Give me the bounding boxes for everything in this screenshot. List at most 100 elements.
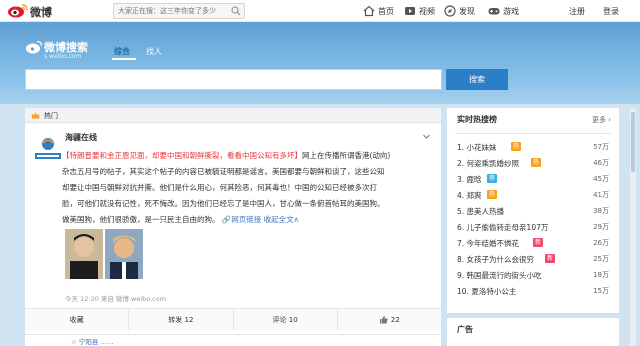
author-name[interactable]: 海疆在线: [65, 132, 97, 143]
rank-number: 9.: [457, 271, 465, 280]
thumbs-up-icon: [379, 316, 388, 324]
hot-search-item[interactable]: 4. 郑爽 热 41万: [457, 188, 609, 202]
like-count: 22: [390, 315, 400, 324]
hot-search-label[interactable]: 小花妹妹: [467, 143, 497, 152]
search-icon[interactable]: [231, 6, 241, 16]
login-link[interactable]: 登录: [603, 6, 619, 17]
avatar[interactable]: [33, 134, 63, 164]
chevron-down-icon[interactable]: [422, 132, 431, 141]
hot-search-label[interactable]: 鹿晗: [467, 175, 482, 184]
post-line: 【特朗普要和金正恩见面，却要中国和朝鲜撕裂，看看中国公知有多坏】网上在传播所谓香…: [62, 148, 430, 164]
weibo-search-logo-icon: [26, 40, 43, 54]
post-meta: 今天 12:20 来自 微博 weibo.com: [65, 295, 167, 303]
rank-number: 5.: [457, 207, 465, 216]
post-line: 脸，可他们就没有记性，死不悔改。因为他们已经忘了是中国人，甘心做一条俯首帖耳的美…: [62, 199, 385, 208]
hot-search-item[interactable]: 3. 鹿晗 荐 45万: [457, 172, 609, 186]
hot-badge: 热: [531, 158, 542, 167]
action-bar: 收藏 转发 12 评论 10 22: [25, 308, 441, 330]
weibo-logo-icon[interactable]: [7, 3, 29, 18]
more-label: 更多: [591, 116, 606, 124]
repost-button[interactable]: 转发 12: [129, 309, 234, 330]
discover-icon: [444, 5, 456, 17]
nav-login[interactable]: 登录: [603, 0, 619, 22]
post-line: 做美国狗，他们很骄傲，是一只民主自由的狗。 🔗网页链接 收起全文∧: [62, 212, 430, 228]
repost-label: 转发 12: [168, 315, 194, 324]
hot-search-item[interactable]: 9. 韩国最流行的街头小吃 18万: [457, 268, 609, 282]
hot-count: 26万: [593, 239, 609, 247]
nav-game[interactable]: 游戏: [488, 0, 519, 22]
hot-search-item[interactable]: 7. 今年结婚不憐花 新 26万: [457, 236, 609, 250]
search-header: 微博搜索 s.weibo.com 综合 找人 搜索: [0, 22, 640, 104]
nav-video[interactable]: 视频: [404, 0, 435, 22]
hot-count: 29万: [593, 223, 609, 231]
hot-search-item[interactable]: 10. 夏洛特小公主 15万: [457, 284, 609, 298]
ad-title: 广告: [457, 325, 473, 334]
hot-search-label[interactable]: 韩国最流行的街头小吃: [467, 271, 542, 280]
weibo-search-domain: s.weibo.com: [44, 53, 82, 60]
hot-count: 46万: [593, 159, 609, 167]
tab-find-people[interactable]: 找人: [146, 46, 162, 57]
more-link[interactable]: 更多 ›: [592, 115, 611, 125]
next-card-text[interactable]: ☆ 宁阳县 ……: [71, 336, 113, 346]
top-search-box[interactable]: [113, 3, 245, 19]
collapse-link[interactable]: 收起全文∧: [261, 215, 300, 224]
rank-number: 4.: [457, 191, 465, 200]
hot-search-label[interactable]: 患美人热播: [467, 207, 505, 216]
top-search-input[interactable]: [114, 4, 226, 18]
nav-video-label: 视频: [419, 6, 435, 16]
crown-icon: [31, 112, 40, 119]
hot-count: 38万: [593, 207, 609, 215]
scrollbar-thumb[interactable]: [631, 112, 635, 172]
hot-search-label[interactable]: 何姿乘凯婚纱照: [467, 159, 520, 168]
rank-number: 2.: [457, 159, 465, 168]
hot-search-panel: 实时热搜榜 更多 › 1. 小花妹妹 热 57万 2. 何姿乘凯婚纱照 热 46…: [447, 108, 619, 313]
hot-search-item[interactable]: 8. 女孩子为什么会很穷 新 25万: [457, 252, 609, 266]
hot-search-item[interactable]: 6. 儿子偷偷转走母亲107万 29万: [457, 220, 609, 234]
favorite-button[interactable]: 收藏: [25, 309, 130, 330]
nav-home[interactable]: 首页: [363, 0, 394, 22]
rank-number: 1.: [457, 143, 465, 152]
hot-search-item[interactable]: 5. 患美人热播 38万: [457, 204, 609, 218]
ad-panel: 广告: [447, 318, 619, 346]
hot-badge: 热: [487, 190, 498, 199]
rank-number: 6.: [457, 223, 465, 232]
hot-search-label[interactable]: 今年结婚不憐花: [467, 239, 520, 248]
hot-count: 45万: [593, 175, 609, 183]
like-button[interactable]: 22: [338, 309, 441, 330]
main-search-input[interactable]: [25, 69, 442, 90]
hot-search-title: 实时热搜榜: [457, 115, 497, 124]
hot-search-item[interactable]: 1. 小花妹妹 热 57万: [457, 140, 609, 154]
post-photo[interactable]: [65, 229, 143, 279]
next-card-peek: ☆ 宁阳县 ……: [25, 334, 441, 346]
logo-text[interactable]: 微博: [30, 4, 52, 20]
hot-search-label[interactable]: 郑爽: [467, 191, 482, 200]
new-badge: 新: [545, 254, 556, 263]
hot-search-label[interactable]: 夏洛特小公主: [471, 287, 516, 296]
nav-discover[interactable]: 发现: [444, 0, 475, 22]
comment-button[interactable]: 评论 10: [234, 309, 338, 330]
hot-search-label[interactable]: 儿子偷偷转走母亲107万: [467, 223, 549, 232]
video-icon: [405, 7, 415, 15]
comment-label: 评论 10: [272, 315, 298, 324]
favorite-label: 收藏: [69, 315, 84, 324]
hot-search-item[interactable]: 2. 何姿乘凯婚纱照 热 46万: [457, 156, 609, 170]
rank-number: 3.: [457, 175, 465, 184]
hot-count: 25万: [593, 255, 609, 263]
register-link[interactable]: 注册: [569, 6, 585, 17]
web-link[interactable]: 🔗网页链接: [220, 215, 261, 224]
post-text: 网上在传播所谓香港(动向): [302, 151, 391, 160]
hot-count: 15万: [593, 287, 609, 295]
game-icon: [488, 8, 500, 15]
feed-card: 热门 海疆在线 【特朗普要和金正恩见面，却要中国和朝鲜撕裂，看看中国公知有多坏】…: [25, 108, 441, 346]
search-button[interactable]: 搜索: [446, 69, 508, 90]
scrollbar[interactable]: [630, 108, 636, 346]
tab-comprehensive[interactable]: 综合: [114, 46, 130, 57]
home-icon: [363, 5, 375, 17]
nav-game-label: 游戏: [503, 6, 519, 16]
hot-search-label[interactable]: 女孩子为什么会很穷: [467, 255, 535, 264]
nav-register[interactable]: 注册: [569, 0, 585, 22]
hot-badge: 热: [511, 142, 522, 151]
recommend-badge: 荐: [487, 174, 498, 183]
hot-label: 热门: [44, 112, 58, 120]
post-headline[interactable]: 【特朗普要和金正恩见面，却要中国和朝鲜撕裂，看看中国公知有多坏】: [62, 151, 302, 160]
